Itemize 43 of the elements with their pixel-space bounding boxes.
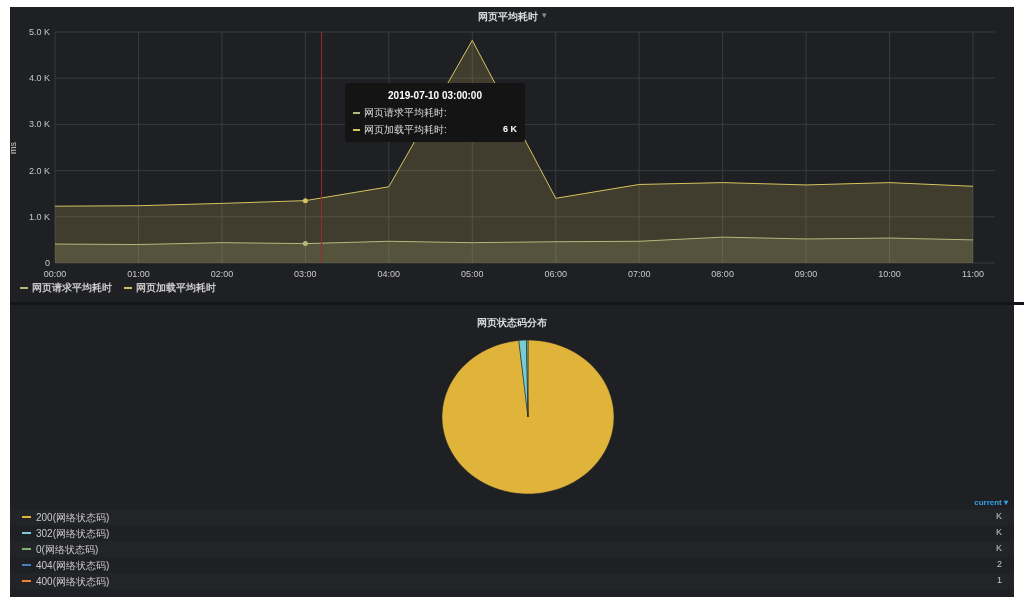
legend-value: K <box>996 526 1002 540</box>
panel-title[interactable]: 网页平均耗时 <box>477 8 538 24</box>
hover-point <box>302 198 308 204</box>
legend-label[interactable]: 网页加载平均耗时 <box>136 280 216 295</box>
x-tick-label: 06:00 <box>544 269 567 279</box>
legend-label[interactable]: 0(网络状态码) <box>36 541 996 557</box>
x-tick-label: 07:00 <box>627 269 651 279</box>
y-tick-label: 5.0 K <box>29 27 50 37</box>
tooltip-label: 网页请求平均耗时: <box>364 106 448 120</box>
x-tick-label: 08:00 <box>711 269 734 279</box>
axis-label: ms <box>10 142 18 154</box>
legend-label[interactable]: 404(网络状态码) <box>36 557 997 573</box>
x-tick-label: 10:00 <box>878 269 901 279</box>
y-tick-label: 4.0 K <box>29 73 50 84</box>
legend-value: 2 <box>997 558 1002 572</box>
x-tick-label: 05:00 <box>461 269 484 279</box>
x-tick-label: 03:00 <box>294 269 317 279</box>
tooltip-label: 网页加载平均耗时: <box>364 123 448 137</box>
panel-title: 网页状态码分布 <box>477 316 547 330</box>
legend-label[interactable]: 网页请求平均耗时 <box>32 280 112 295</box>
legend-label[interactable]: 302(网络状态码) <box>36 525 996 541</box>
y-tick-label: 2.0 K <box>29 165 50 176</box>
x-tick-label: 02:00 <box>210 269 234 279</box>
legend-swatch <box>20 286 28 289</box>
y-tick-label: 1.0 K <box>29 211 50 222</box>
x-tick-label: 11:00 <box>962 269 984 279</box>
x-tick-label: 00:00 <box>43 269 67 279</box>
y-tick-label: 3.0 K <box>29 119 50 130</box>
legend-label[interactable]: 200(网络状态码) <box>36 509 996 525</box>
legend-swatch <box>124 286 132 289</box>
legend-value: K <box>996 542 1002 556</box>
x-tick-label: 01:00 <box>127 269 150 279</box>
legend-value: K <box>996 510 1002 524</box>
legend-label[interactable]: 400(网络状态码) <box>36 573 997 589</box>
column-header[interactable]: current ▾ <box>974 497 1008 509</box>
tooltip-value: 6 K <box>503 122 517 136</box>
y-tick-label: 0 <box>45 258 50 268</box>
dropdown-caret[interactable]: ▾ <box>541 9 547 23</box>
x-tick-label: 09:00 <box>794 269 818 279</box>
legend-value: 1 <box>997 574 1002 588</box>
x-tick-label: 04:00 <box>377 269 401 279</box>
hover-point <box>302 241 308 247</box>
tooltip-title: 2019-07-10 03:00:00 <box>387 89 483 103</box>
